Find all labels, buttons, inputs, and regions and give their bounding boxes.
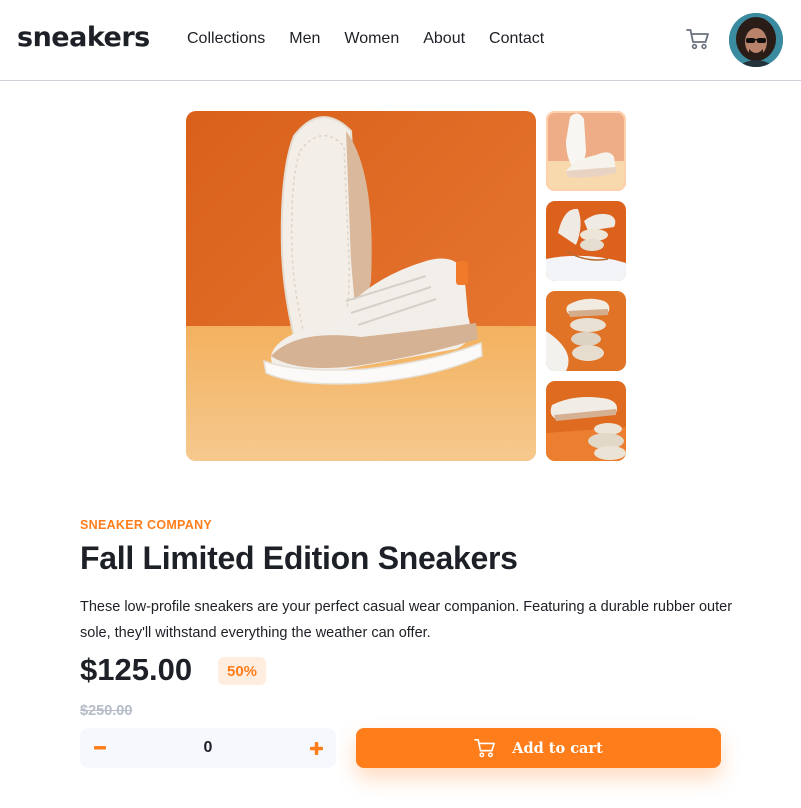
quantity-stepper: 0 xyxy=(80,728,336,768)
product-main-image[interactable] xyxy=(186,111,536,461)
thumbnail-image xyxy=(546,111,626,191)
nav-item-collections[interactable]: Collections xyxy=(187,30,265,48)
plus-icon xyxy=(309,741,323,755)
discount-badge: 50% xyxy=(218,657,266,685)
avatar-image xyxy=(729,13,783,67)
sneaker-photo xyxy=(186,111,536,461)
thumbnail-3[interactable] xyxy=(546,291,626,371)
thumbnail-1[interactable] xyxy=(546,111,626,191)
nav-item-contact[interactable]: Contact xyxy=(489,30,544,48)
thumbnail-image xyxy=(546,201,626,281)
cart-icon xyxy=(686,29,709,50)
company-label: SNEAKER COMPANY xyxy=(80,518,213,532)
product-title: Fall Limited Edition Sneakers xyxy=(80,540,518,576)
site-header: sneakers Collections Men Women About Con… xyxy=(0,0,801,81)
brand-logo[interactable]: sneakers xyxy=(17,22,150,53)
original-price: $250.00 xyxy=(80,703,133,719)
minus-icon xyxy=(94,746,106,750)
increase-quantity-button[interactable] xyxy=(296,728,336,768)
add-to-cart-button[interactable]: Add to cart xyxy=(356,728,721,768)
nav-item-men[interactable]: Men xyxy=(289,30,320,48)
cart-icon xyxy=(474,739,496,758)
thumbnail-2[interactable] xyxy=(546,201,626,281)
nav-item-about[interactable]: About xyxy=(423,30,465,48)
add-to-cart-label: Add to cart xyxy=(512,739,603,757)
thumbnail-4[interactable] xyxy=(546,381,626,461)
decrease-quantity-button[interactable] xyxy=(80,728,120,768)
cart-button[interactable] xyxy=(684,26,712,52)
thumbnail-image xyxy=(546,291,626,371)
main-nav: Collections Men Women About Contact xyxy=(187,30,544,48)
product-description: These low-profile sneakers are your perf… xyxy=(80,599,733,641)
thumbnail-image xyxy=(546,381,626,461)
nav-item-women[interactable]: Women xyxy=(344,30,399,48)
avatar[interactable] xyxy=(729,13,783,67)
quantity-value: 0 xyxy=(203,739,213,756)
current-price: $125.00 xyxy=(80,652,193,687)
